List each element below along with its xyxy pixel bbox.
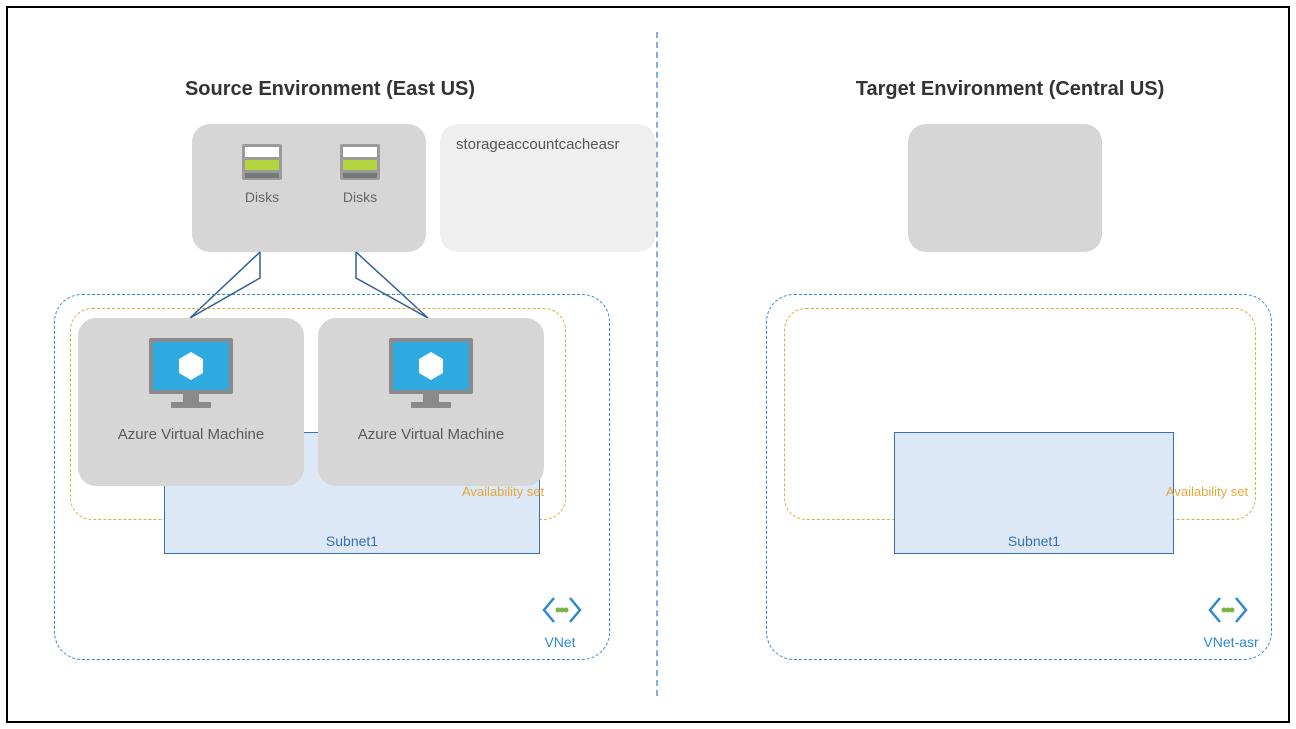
source-vm-box: Azure Virtual Machine (318, 318, 544, 486)
vnet-label: VNet-asr (1194, 634, 1268, 650)
source-env-title: Source Environment (East US) (60, 78, 600, 101)
vm-label: Azure Virtual Machine (318, 426, 544, 443)
vnet-label: VNet (530, 634, 590, 650)
disk-icon (336, 142, 384, 182)
availability-set-label: Availability set (1164, 484, 1250, 501)
target-placeholder-box (908, 124, 1102, 252)
target-env-title: Target Environment (Central US) (740, 78, 1280, 101)
source-disks-container: Disks Disks (192, 124, 426, 252)
vm-icon (141, 334, 241, 414)
disk-icon (238, 142, 286, 182)
vnet-icon (540, 594, 584, 626)
source-vm-box: Azure Virtual Machine (78, 318, 304, 486)
vm-label: Azure Virtual Machine (78, 426, 304, 443)
center-divider (656, 32, 658, 696)
disk-item: Disks (222, 142, 302, 205)
vnet-icon (1206, 594, 1250, 626)
disk-item: Disks (320, 142, 400, 205)
subnet-label: Subnet1 (1008, 533, 1060, 549)
target-subnet-box: Subnet1 (894, 432, 1174, 554)
storage-account-box: storageaccountcacheasr (440, 124, 656, 252)
disk-label: Disks (222, 189, 302, 205)
vm-icon (381, 334, 481, 414)
availability-set-label: Availability set (460, 484, 546, 501)
subnet-label: Subnet1 (326, 533, 378, 549)
storage-account-label: storageaccountcacheasr (456, 136, 619, 153)
disk-label: Disks (320, 189, 400, 205)
